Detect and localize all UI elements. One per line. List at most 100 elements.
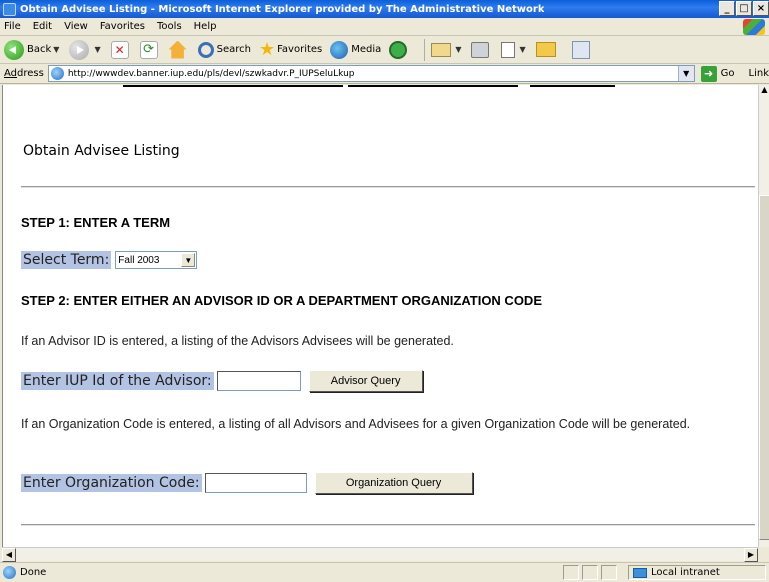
cut-off-link: [348, 85, 518, 87]
media-icon: [330, 40, 349, 59]
search-label: Search: [216, 44, 251, 55]
minimize-button[interactable]: _: [719, 1, 735, 16]
vertical-scroll-thumb[interactable]: [759, 195, 769, 540]
org-row: Enter Organization Code: Organization Qu…: [21, 472, 473, 494]
status-text: Done: [20, 567, 47, 578]
menu-tools[interactable]: Tools: [157, 21, 182, 32]
mail-button[interactable]: ▼: [431, 42, 463, 57]
menu-help[interactable]: Help: [194, 21, 217, 32]
folder-icon: [535, 42, 556, 57]
cut-off-link: [123, 85, 343, 87]
home-icon: [168, 40, 187, 59]
scroll-left-icon[interactable]: ◀: [2, 548, 16, 562]
scroll-right-icon[interactable]: ▶: [744, 548, 758, 562]
vertical-scrollbar[interactable]: ▲: [758, 85, 769, 547]
media-label: Media: [351, 44, 382, 55]
close-button[interactable]: ×: [753, 1, 769, 16]
media-button[interactable]: Media: [330, 40, 382, 59]
step1-heading: STEP 1: ENTER A TERM: [21, 215, 171, 230]
status-panes: [563, 565, 620, 580]
security-zone: Local intranet: [628, 565, 766, 580]
research-button[interactable]: [571, 40, 590, 59]
page-done-icon: [3, 566, 16, 579]
status-pane: [582, 565, 598, 580]
back-label: Back: [27, 44, 52, 55]
ie-icon: [3, 2, 16, 16]
address-url: http://wwwdev.banner.iup.edu/pls/devl/sz…: [67, 68, 355, 79]
zone-label: Local intranet: [651, 567, 720, 578]
refresh-button[interactable]: ⟳: [139, 40, 161, 59]
favorites-star-icon: ★: [258, 38, 276, 60]
organization-query-button[interactable]: Organization Query: [314, 472, 473, 494]
favorites-button[interactable]: ★ Favorites: [258, 38, 323, 60]
forward-dropdown-icon[interactable]: ▼: [94, 45, 100, 54]
term-select[interactable]: Fall 2003 ▼: [115, 251, 198, 269]
page-content: Obtain Advisee Listing STEP 1: ENTER A T…: [2, 85, 758, 547]
org-code-input[interactable]: [204, 473, 307, 493]
divider: [21, 524, 755, 526]
term-row: Select Term: Fall 2003 ▼: [21, 251, 198, 269]
advisor-id-label: Enter IUP Id of the Advisor:: [21, 372, 214, 390]
horizontal-scrollbar[interactable]: ◀ ▶: [2, 547, 758, 562]
menu-file[interactable]: File: [4, 21, 21, 32]
folder-button[interactable]: [535, 42, 564, 57]
stop-icon: ✕: [110, 40, 129, 59]
history-button[interactable]: [389, 40, 410, 59]
go-label: Go: [720, 68, 735, 79]
favorites-label: Favorites: [277, 44, 323, 55]
search-icon: [197, 41, 214, 58]
cut-off-link: [530, 85, 615, 87]
menu-bar: File Edit View Favorites Tools Help: [0, 18, 769, 36]
address-bar: Address http://wwwdev.banner.iup.edu/pls…: [0, 64, 769, 84]
print-icon: [471, 41, 490, 58]
forward-arrow-icon: [69, 39, 90, 60]
search-button[interactable]: Search: [197, 41, 251, 58]
divider: [21, 186, 755, 188]
windows-logo-icon: [743, 19, 765, 35]
page-icon: [50, 67, 64, 80]
mail-dropdown-icon[interactable]: ▼: [455, 45, 461, 54]
window-controls: _ □ ×: [718, 1, 769, 16]
advisor-info-text: If an Advisor ID is entered, a listing o…: [21, 334, 454, 348]
org-code-label: Enter Organization Code:: [21, 474, 202, 492]
select-term-label: Select Term:: [21, 251, 112, 269]
research-icon: [571, 40, 590, 59]
links-label[interactable]: Link: [749, 68, 769, 79]
stop-button[interactable]: ✕: [110, 40, 132, 59]
term-select-value: Fall 2003: [118, 254, 160, 266]
status-pane: [601, 565, 617, 580]
page-title: Obtain Advisee Listing: [23, 143, 180, 159]
go-button[interactable]: ➜ Go: [700, 65, 735, 82]
status-bar: Done Local intranet: [0, 562, 769, 582]
refresh-icon: ⟳: [139, 40, 158, 59]
chevron-down-icon[interactable]: ▼: [181, 253, 196, 267]
back-button[interactable]: Back ▼: [4, 39, 61, 60]
scroll-up-icon[interactable]: ▲: [759, 85, 769, 99]
advisor-id-input[interactable]: [216, 371, 301, 391]
intranet-icon: [633, 567, 647, 578]
back-arrow-icon: [4, 39, 24, 60]
print-button[interactable]: [471, 41, 493, 58]
menu-view[interactable]: View: [64, 21, 88, 32]
go-arrow-icon: ➜: [700, 65, 717, 82]
maximize-button[interactable]: □: [736, 1, 752, 16]
advisor-row: Enter IUP Id of the Advisor: Advisor Que…: [21, 370, 423, 392]
window-title: Obtain Advisee Listing - Microsoft Inter…: [20, 3, 545, 15]
history-icon: [389, 40, 408, 59]
back-dropdown-icon[interactable]: ▼: [53, 45, 59, 54]
edit-button[interactable]: ▼: [501, 41, 527, 58]
advisor-query-button[interactable]: Advisor Query: [308, 370, 423, 392]
edit-dropdown-icon[interactable]: ▼: [519, 45, 525, 54]
toolbar-separator: [424, 38, 426, 61]
horizontal-scroll-track[interactable]: [18, 549, 738, 560]
toolbar: Back ▼ ▼ ✕ ⟳ Search ★ Favorites Media ▼ …: [0, 36, 769, 64]
address-label: Address: [4, 68, 44, 79]
address-input[interactable]: http://wwwdev.banner.iup.edu/pls/devl/sz…: [47, 65, 695, 82]
home-button[interactable]: [168, 40, 190, 59]
edit-page-icon: [501, 41, 516, 58]
address-dropdown-icon[interactable]: ▼: [677, 66, 694, 81]
menu-favorites[interactable]: Favorites: [100, 21, 145, 32]
org-info-text: If an Organization Code is entered, a li…: [21, 417, 691, 431]
menu-edit[interactable]: Edit: [33, 21, 52, 32]
forward-button[interactable]: ▼: [69, 39, 102, 60]
